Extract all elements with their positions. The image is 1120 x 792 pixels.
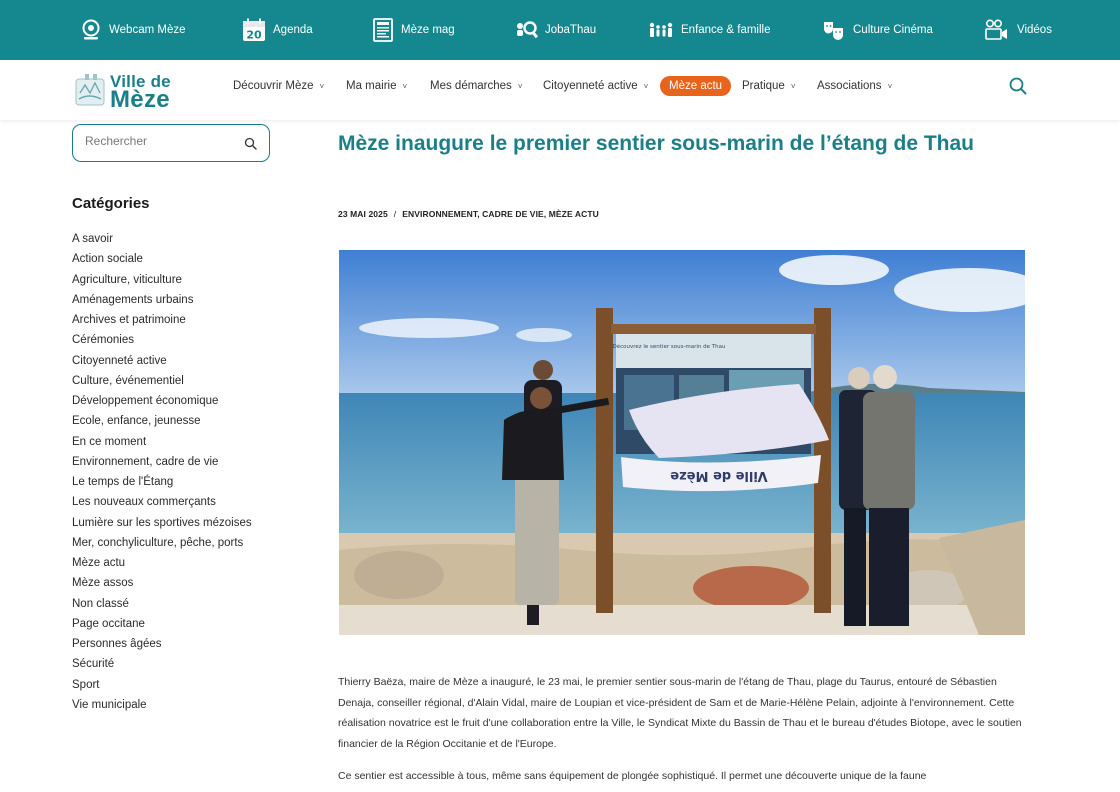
category-item[interactable]: Aménagements urbains xyxy=(72,290,252,310)
nav-item-label: Mes démarches xyxy=(430,80,512,92)
nav-item-ma-mairie[interactable]: Ma mairie ˅ xyxy=(346,77,407,95)
nav-item-label: Ma mairie xyxy=(346,80,397,92)
nav-item-meze-actu[interactable]: Mèze actu xyxy=(660,76,732,96)
chevron-down-icon: ˅ xyxy=(643,81,649,91)
category-item[interactable]: Action sociale xyxy=(72,249,252,269)
category-item[interactable]: Mer, conchyliculture, pêche, ports xyxy=(72,533,252,553)
topbar-link-agenda[interactable]: 20 Agenda xyxy=(242,18,313,42)
article-paragraph-2: Ce sentier est accessible à tous, même s… xyxy=(338,770,927,782)
article-date: 23 MAI 2025 xyxy=(338,209,388,219)
video-icon xyxy=(985,19,1007,40)
nav-item-label: Pratique xyxy=(742,80,785,92)
category-item[interactable]: Non classé xyxy=(72,594,252,614)
chevron-down-icon: ˅ xyxy=(887,81,893,91)
site-logo[interactable]: Ville de Mèze xyxy=(74,71,174,113)
topbar-link-enfance-famille[interactable]: Enfance & famille xyxy=(648,18,771,42)
topbar-link-meze-mag[interactable]: Mèze mag xyxy=(372,18,455,42)
logo-text-line2: Mèze xyxy=(110,86,170,113)
calendar-icon: 20 xyxy=(243,18,265,42)
category-item[interactable]: Cérémonies xyxy=(72,330,252,350)
article-photo: Découvrez le sentier sous-marin de Thau … xyxy=(339,250,1025,635)
nav-item-associations[interactable]: Associations ˅ xyxy=(817,77,892,95)
category-item[interactable]: Citoyenneté active xyxy=(72,351,252,371)
category-item[interactable]: A savoir xyxy=(72,229,252,249)
inauguration-photo: Découvrez le sentier sous-marin de Thau … xyxy=(339,250,1025,635)
sidebar-search xyxy=(72,124,270,162)
category-item[interactable]: Page occitane xyxy=(72,614,252,634)
calendar-badge: 20 xyxy=(246,29,262,42)
topbar-link-label: Agenda xyxy=(273,24,313,36)
category-item[interactable]: En ce moment xyxy=(72,432,252,452)
banner-text: Ville de Mèze xyxy=(670,468,768,483)
magazine-icon xyxy=(373,18,393,42)
category-item[interactable]: Culture, événementiel xyxy=(72,371,252,391)
coat-of-arms-icon xyxy=(75,74,105,106)
category-item[interactable]: Lumière sur les sportives mézoises xyxy=(72,513,252,533)
category-item[interactable]: Les nouveaux commerçants xyxy=(72,492,252,512)
nav-item-pratique[interactable]: Pratique ˅ xyxy=(742,77,796,95)
category-item[interactable]: Sécurité xyxy=(72,654,252,674)
topbar-link-videos[interactable]: Vidéos xyxy=(984,18,1052,42)
topbar-link-webcam[interactable]: Webcam Mèze xyxy=(80,18,185,42)
category-item[interactable]: Archives et patrimoine xyxy=(72,310,252,330)
nav-item-decouvrir-meze[interactable]: Découvrir Mèze ˅ xyxy=(233,77,324,95)
article-meta: 23 MAI 2025 / ENVIRONNEMENT, CADRE DE VIE,… xyxy=(338,209,599,219)
top-bar: Webcam Mèze 20 Agenda Mèze mag JobaThau … xyxy=(0,0,1120,60)
categories-heading: Catégories xyxy=(72,195,150,212)
webcam-icon xyxy=(82,19,100,40)
nav-item-citoyennete-active[interactable]: Citoyenneté active ˅ xyxy=(543,77,648,95)
category-item[interactable]: Le temps de l'Étang xyxy=(72,472,252,492)
nav-item-label: Citoyenneté active xyxy=(543,80,638,92)
search-icon[interactable] xyxy=(244,137,257,150)
categories-list: A savoir Action sociale Agriculture, vitic… xyxy=(72,229,252,715)
nav-item-label: Mèze actu xyxy=(669,80,723,92)
topbar-link-label: Vidéos xyxy=(1017,24,1052,36)
topbar-link-label: Enfance & famille xyxy=(681,24,771,36)
sidebar-search-input[interactable] xyxy=(85,134,235,148)
nav-item-label: Découvrir Mèze xyxy=(233,80,314,92)
jobathau-icon xyxy=(517,21,538,39)
topbar-link-label: Mèze mag xyxy=(401,24,455,36)
category-item[interactable]: Environnement, cadre de vie xyxy=(72,452,252,472)
chevron-down-icon: ˅ xyxy=(517,81,523,91)
category-item[interactable]: Mèze assos xyxy=(72,573,252,593)
topbar-link-label: Culture Cinéma xyxy=(853,24,933,36)
category-item[interactable]: Sport xyxy=(72,675,252,695)
topbar-link-label: JobaThau xyxy=(545,24,597,36)
category-item[interactable]: Agriculture, viticulture xyxy=(72,270,252,290)
nav-item-mes-demarches[interactable]: Mes démarches ˅ xyxy=(430,77,522,95)
article-paragraph-1: Thierry Baëza, maire de Mèze a inauguré,… xyxy=(338,676,1022,750)
article-title: Mèze inaugure le premier sentier sous-ma… xyxy=(338,132,974,155)
chevron-down-icon: ˅ xyxy=(319,81,325,91)
category-item[interactable]: Ecole, enfance, jeunesse xyxy=(72,411,252,431)
chevron-down-icon: ˅ xyxy=(402,81,408,91)
panel-title: Découvrez le sentier sous-marin de Thau xyxy=(612,343,725,350)
nav-item-label: Associations xyxy=(817,80,882,92)
topbar-link-culture-cinema[interactable]: Culture Cinéma xyxy=(822,18,933,42)
topbar-link-jobathau[interactable]: JobaThau xyxy=(514,18,596,42)
topbar-link-label: Webcam Mèze xyxy=(109,24,186,36)
category-item[interactable]: Mèze actu xyxy=(72,553,252,573)
family-icon xyxy=(649,22,673,37)
category-item[interactable]: Développement économique xyxy=(72,391,252,411)
article-categories-link[interactable]: ENVIRONNEMENT, CADRE DE VIE, MÈZE ACTU xyxy=(402,209,599,219)
chevron-down-icon: ˅ xyxy=(790,81,796,91)
search-icon[interactable] xyxy=(1008,76,1028,96)
culture-icon xyxy=(824,22,843,40)
meta-separator: / xyxy=(393,209,397,219)
category-item[interactable]: Personnes âgées xyxy=(72,634,252,654)
main-header: Ville de Mèze Découvrir Mèze ˅ Ma mairie ˅… xyxy=(0,60,1120,120)
category-item[interactable]: Vie municipale xyxy=(72,695,252,715)
